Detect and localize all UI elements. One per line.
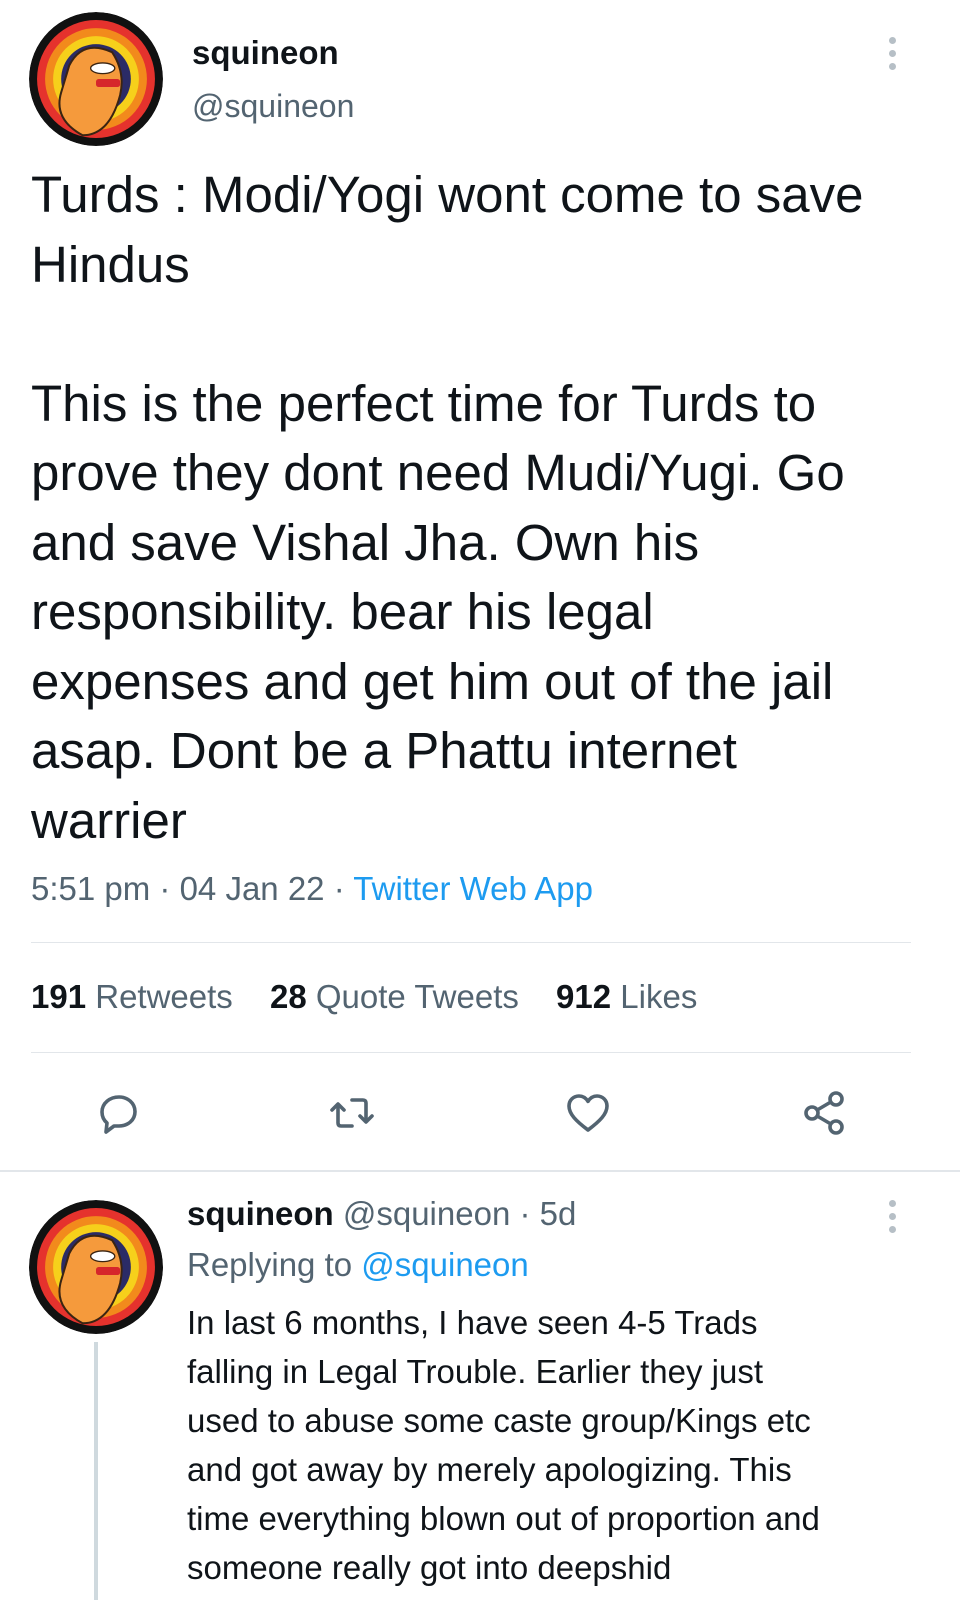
tweet-date[interactable]: 04 Jan 22 [180, 870, 325, 907]
replying-to: Replying to @squineon [187, 1246, 529, 1284]
section-divider [0, 1170, 960, 1172]
heart-icon[interactable] [564, 1089, 612, 1137]
tweet-stats: 191 Retweets 28 Quote Tweets 912 Likes [31, 978, 725, 1016]
more-vertical-icon[interactable] [886, 37, 898, 76]
author-handle[interactable]: @squineon [192, 88, 354, 125]
tweet-time[interactable]: 5:51 pm [31, 870, 150, 907]
replying-to-handle[interactable]: @squineon [361, 1246, 528, 1283]
reply-text: In last 6 months, I have seen 4-5 Trads … [187, 1304, 820, 1586]
divider [31, 1052, 911, 1053]
meta-separator: · [324, 870, 354, 907]
tweet-timestamp: 5:51 pm · 04 Jan 22 · Twitter Web App [31, 870, 593, 908]
meta-separator: · [510, 1195, 540, 1232]
author-name[interactable]: squineon [192, 34, 339, 72]
divider [31, 942, 911, 943]
reply-header: squineon @squineon · 5d [187, 1195, 576, 1233]
reply-author-avatar[interactable] [29, 1200, 163, 1334]
author-avatar[interactable] [29, 12, 163, 146]
share-icon[interactable] [800, 1089, 848, 1137]
reply-author-handle[interactable]: @squineon [343, 1195, 510, 1232]
retweets-stat[interactable]: 191 Retweets [31, 978, 233, 1015]
meta-separator: · [150, 870, 180, 907]
thread-connector-line [94, 1342, 98, 1600]
tweet-text: Turds : Modi/Yogi wont come to save Hind… [31, 166, 864, 849]
reply-age[interactable]: 5d [540, 1195, 577, 1232]
quote-tweets-stat[interactable]: 28 Quote Tweets [270, 978, 519, 1015]
reply-icon[interactable] [94, 1089, 142, 1137]
tweet-source-link[interactable]: Twitter Web App [353, 870, 593, 907]
replying-to-label: Replying to [187, 1246, 353, 1283]
likes-stat[interactable]: 912 Likes [556, 978, 697, 1015]
reply-author-name[interactable]: squineon [187, 1195, 334, 1232]
retweet-icon[interactable] [328, 1089, 376, 1137]
more-vertical-icon[interactable] [886, 1200, 898, 1239]
